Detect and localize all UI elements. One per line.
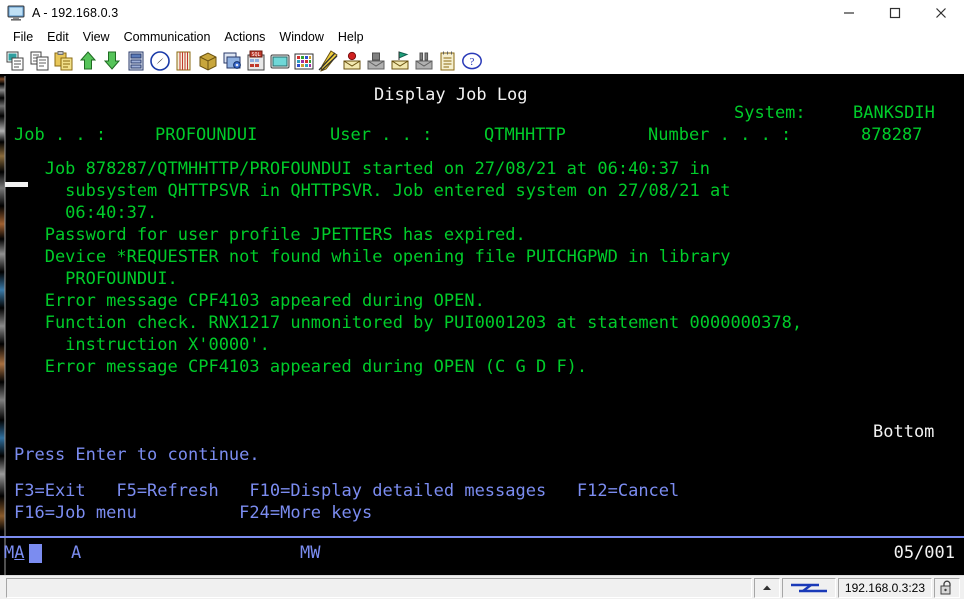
maximize-button[interactable] bbox=[872, 0, 918, 26]
menu-item-view[interactable]: View bbox=[76, 28, 117, 46]
help-icon[interactable]: ? bbox=[460, 49, 484, 73]
database-icon[interactable] bbox=[220, 49, 244, 73]
package-icon[interactable] bbox=[196, 49, 220, 73]
color-map-icon[interactable] bbox=[292, 49, 316, 73]
function-keys-line-1[interactable]: F3=Exit F5=Refresh F10=Display detailed … bbox=[14, 480, 679, 502]
status-bar: 192.168.0.3:23 bbox=[0, 575, 964, 599]
oia-message-wait: MW bbox=[300, 543, 321, 563]
sql-icon[interactable]: SQL bbox=[244, 49, 268, 73]
send-file-icon[interactable] bbox=[76, 49, 100, 73]
log-message-line: instruction X'0000'. bbox=[14, 335, 270, 355]
macro-edit-icon[interactable] bbox=[316, 49, 340, 73]
connection-address-pane: 192.168.0.3:23 bbox=[837, 577, 932, 598]
user-value: QTMHHTTP bbox=[484, 125, 566, 145]
menu-item-communication[interactable]: Communication bbox=[117, 28, 218, 46]
log-message-line: Device *REQUESTER not found while openin… bbox=[14, 247, 731, 267]
connection-icon[interactable] bbox=[781, 577, 836, 598]
keyboard-lock-icon[interactable] bbox=[934, 577, 960, 598]
screen-title: Display Job Log bbox=[374, 85, 528, 105]
spool-icon[interactable] bbox=[172, 49, 196, 73]
pause-macro-icon[interactable] bbox=[412, 49, 436, 73]
title-bar: A - 192.168.0.3 bbox=[0, 0, 964, 26]
log-message-line: Error message CPF4103 appeared during OP… bbox=[14, 291, 485, 311]
play-macro-icon[interactable] bbox=[388, 49, 412, 73]
svg-text:?: ? bbox=[470, 56, 475, 68]
log-message-line: Password for user profile JPETTERS has e… bbox=[14, 225, 526, 245]
oia-attention-indicator: A bbox=[71, 543, 82, 563]
log-message-line: PROFOUNDUI. bbox=[14, 269, 178, 289]
bottom-indicator: Bottom bbox=[873, 422, 935, 442]
job-value: PROFOUNDUI bbox=[155, 125, 258, 145]
operator-information-area: MA A MW 05/001 bbox=[0, 541, 964, 565]
user-label: User . . : bbox=[330, 125, 433, 145]
menu-item-file[interactable]: File bbox=[6, 28, 40, 46]
log-message-line: Job 878287/QTMHHTTP/PROFOUNDUI started o… bbox=[14, 159, 710, 179]
connection-address: 192.168.0.3:23 bbox=[844, 580, 925, 595]
menu-item-actions[interactable]: Actions bbox=[217, 28, 272, 46]
terminal-screen[interactable]: Display Job Log System: BANKSDIH Job . .… bbox=[0, 76, 964, 575]
log-message-line: Error message CPF4103 appeared during OP… bbox=[14, 357, 588, 377]
svg-text:SQL: SQL bbox=[251, 52, 260, 58]
log-message-line: Function check. RNX1217 unmonitored by P… bbox=[14, 313, 803, 333]
monitor-icon bbox=[7, 4, 25, 22]
display-icon[interactable] bbox=[124, 49, 148, 73]
minimize-button[interactable] bbox=[826, 0, 872, 26]
job-label: Job . . : bbox=[14, 125, 107, 145]
status-message-pane bbox=[6, 577, 752, 598]
toolbar: SQL ? bbox=[0, 47, 964, 76]
oia-mode-indicator: MA bbox=[4, 543, 25, 563]
notepad-icon[interactable] bbox=[436, 49, 460, 73]
number-label: Number . . . : bbox=[648, 125, 792, 145]
cut-icon[interactable] bbox=[4, 49, 28, 73]
oia-cursor-position: 05/001 bbox=[893, 543, 955, 563]
number-value: 878287 bbox=[861, 125, 923, 145]
emulator-window: A - 192.168.0.3 File Edit View Communica… bbox=[0, 0, 964, 599]
oia-cursor-block bbox=[29, 544, 42, 563]
continue-prompt: Press Enter to continue. bbox=[14, 445, 260, 465]
window-controls bbox=[826, 0, 964, 26]
menu-bar: File Edit View Communication Actions Win… bbox=[0, 26, 964, 47]
stop-macro-icon[interactable] bbox=[364, 49, 388, 73]
record-macro-icon[interactable] bbox=[340, 49, 364, 73]
paste-icon[interactable] bbox=[52, 49, 76, 73]
navigate-icon[interactable] bbox=[148, 49, 172, 73]
keypad-icon[interactable] bbox=[268, 49, 292, 73]
log-message-line: 06:40:37. bbox=[14, 203, 158, 223]
close-button[interactable] bbox=[918, 0, 964, 26]
log-message-line: subsystem QHTTPSVR in QHTTPSVR. Job ente… bbox=[14, 181, 731, 201]
function-keys-line-2[interactable]: F16=Job menu F24=More keys bbox=[14, 502, 372, 524]
terminal-text-area[interactable]: Display Job Log System: BANKSDIH Job . .… bbox=[0, 76, 964, 575]
window-title: A - 192.168.0.3 bbox=[32, 5, 119, 20]
oia-separator bbox=[0, 536, 964, 538]
system-label: System: bbox=[734, 103, 806, 123]
scroll-up-icon[interactable] bbox=[753, 577, 780, 598]
receive-file-icon[interactable] bbox=[100, 49, 124, 73]
menu-item-edit[interactable]: Edit bbox=[40, 28, 76, 46]
menu-item-help[interactable]: Help bbox=[331, 28, 371, 46]
menu-item-window[interactable]: Window bbox=[272, 28, 330, 46]
system-value: BANKSDIH bbox=[853, 103, 935, 123]
copy-icon[interactable] bbox=[28, 49, 52, 73]
